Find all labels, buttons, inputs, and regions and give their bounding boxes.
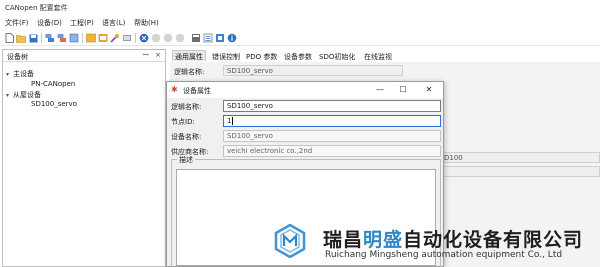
device-tree-header: 设备树 ꟷ × xyxy=(3,50,165,62)
chevron-down-icon[interactable]: ▾ xyxy=(6,92,13,99)
tree-node-sd100-servo[interactable]: SD100_servo xyxy=(31,100,77,108)
stop-icon xyxy=(151,33,161,43)
menu-device[interactable]: 设备(D) xyxy=(37,18,62,28)
device-tree-title: 设备树 xyxy=(7,53,28,61)
tab-device-params[interactable]: 设备参数 xyxy=(284,50,312,61)
dialog-titlebar: ✱ 设备属性 — ☐ ✕ xyxy=(167,82,443,98)
close-button[interactable]: ✕ xyxy=(422,84,436,96)
property-tabs: 通用属性 错误控制 PDO 参数 设备参数 SDO初始化 在线监视 xyxy=(172,50,600,62)
close-icon[interactable]: × xyxy=(155,51,161,59)
open-folder-icon[interactable] xyxy=(16,33,26,43)
menu-project[interactable]: 工程(P) xyxy=(70,18,94,28)
settings-icon[interactable] xyxy=(98,33,108,43)
tab-error-control[interactable]: 错误控制 xyxy=(212,50,240,61)
menu-language[interactable]: 语言(L) xyxy=(102,18,125,28)
tree-node-pn-canopen[interactable]: PN-CANopen xyxy=(31,80,75,88)
window-titlebar: CANopen 配置套件 xyxy=(0,0,600,15)
tab-general[interactable]: 通用属性 xyxy=(172,50,206,61)
vendor-name-field: veichi electronic co.,2nd xyxy=(223,145,441,157)
new-file-icon[interactable] xyxy=(4,33,14,43)
start-icon[interactable] xyxy=(139,33,149,43)
description-label: 描述 xyxy=(177,155,195,165)
partial-field-2[interactable] xyxy=(440,166,600,177)
tab-sdo-init[interactable]: SDO初始化 xyxy=(319,50,355,61)
node-id-input[interactable]: 1 xyxy=(223,115,441,127)
device-name-field: SD100_servo xyxy=(223,130,441,142)
company-logo xyxy=(274,224,306,258)
save-icon[interactable] xyxy=(28,33,38,43)
tab-online-monitor[interactable]: 在线监视 xyxy=(364,50,392,61)
maximize-button[interactable]: ☐ xyxy=(396,84,410,96)
tools-icon[interactable] xyxy=(110,33,120,43)
add-device-icon[interactable] xyxy=(45,33,55,43)
logic-name-input[interactable]: SD100_servo xyxy=(223,100,441,112)
connect-icon[interactable] xyxy=(122,33,132,43)
company-name-cn: 瑞昌明盛自动化设备有限公司 xyxy=(323,229,584,251)
list-icon[interactable] xyxy=(203,33,213,43)
logic-name-label: 逻辑名称: xyxy=(174,68,205,76)
menu-file[interactable]: 文件(F) xyxy=(5,18,29,28)
app-gear-icon: ✱ xyxy=(171,85,178,94)
partial-field[interactable]: D100 xyxy=(440,152,600,163)
menu-help[interactable]: 帮助(H) xyxy=(134,18,159,28)
remove-device-icon[interactable] xyxy=(57,33,67,43)
import-icon[interactable] xyxy=(69,33,79,43)
chevron-down-icon[interactable]: ▾ xyxy=(6,71,13,78)
minimize-button[interactable]: — xyxy=(373,84,387,96)
tree-node-slave[interactable]: ▾ 从屋设备 xyxy=(6,90,41,100)
tree-node-label: PN-CANopen xyxy=(31,80,76,88)
pause-icon xyxy=(163,33,173,43)
dialog-title: 设备属性 xyxy=(183,87,211,95)
tree-node-label: 从屋设备 xyxy=(13,91,41,99)
logic-name-label: 逻辑名称: xyxy=(171,103,202,111)
device-tree-panel: 设备树 ꟷ × ▾ 主设备 PN-CANopen ▾ 从屋设备 SD100_serv… xyxy=(2,49,166,267)
logic-name-field[interactable]: SD100_servo xyxy=(223,65,403,76)
pin-icon[interactable]: ꟷ xyxy=(143,51,149,60)
network-icon[interactable] xyxy=(215,33,225,43)
company-watermark: 瑞昌明盛自动化设备有限公司 Ruichang Mingsheng automat… xyxy=(273,222,600,267)
tree-node-label: SD100_servo xyxy=(31,100,77,108)
text-caret xyxy=(232,117,234,125)
monitor-icon xyxy=(175,33,185,43)
tree-node-label: 主设备 xyxy=(13,70,34,78)
tab-pdo-params[interactable]: PDO 参数 xyxy=(246,50,277,61)
company-name-en: Ruichang Mingsheng automation equipment … xyxy=(325,250,563,260)
info-icon[interactable] xyxy=(227,33,237,43)
download-icon[interactable] xyxy=(191,33,201,43)
toolbar xyxy=(0,30,600,46)
export-icon[interactable] xyxy=(86,33,96,43)
menu-bar: 文件(F) 设备(D) 工程(P) 语言(L) 帮助(H) xyxy=(0,16,600,29)
node-id-label: 节点ID: xyxy=(171,118,195,126)
device-name-label: 设备名称: xyxy=(171,133,202,141)
tree-node-master[interactable]: ▾ 主设备 xyxy=(6,69,34,79)
window-title: CANopen 配置套件 xyxy=(5,4,68,12)
